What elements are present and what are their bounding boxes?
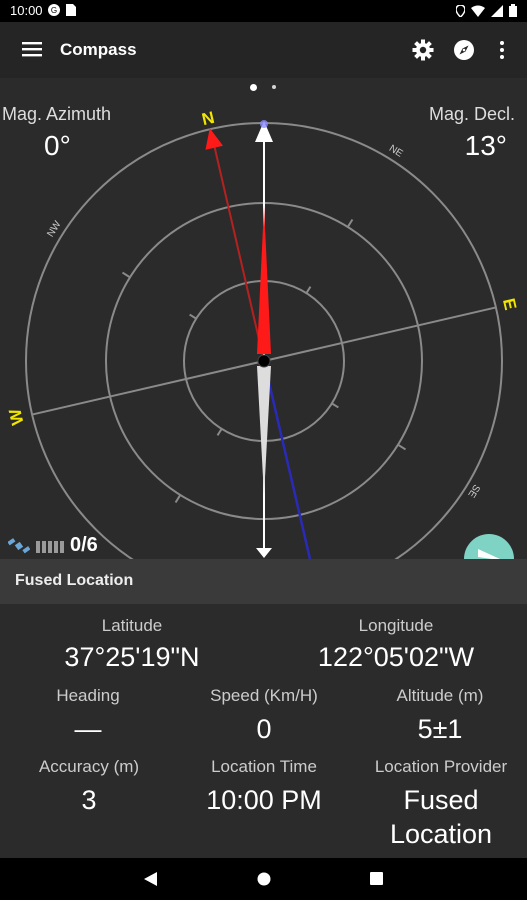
page-dot-active[interactable] xyxy=(250,84,257,91)
heading-down-arrow xyxy=(256,548,272,558)
location-icon xyxy=(456,4,465,17)
latitude-value: 37°25'19"N xyxy=(64,642,200,672)
location-time-label: Location Time xyxy=(211,757,317,776)
heading-label: Heading xyxy=(56,686,120,705)
battery-icon xyxy=(509,4,517,17)
latitude-label: Latitude xyxy=(101,616,163,635)
satellite-icon xyxy=(8,537,30,553)
location-info: Latitude 37°25'19"N Longitude 122°05'02"… xyxy=(0,604,527,858)
intercardinal-ne: NE xyxy=(387,143,405,160)
back-icon[interactable] xyxy=(144,872,157,886)
longitude-label: Longitude xyxy=(358,616,434,635)
compass-panel: N E W NE NW SE Mag. Azimuth 0° Mag. Decl… xyxy=(0,96,527,559)
compass-dial: N E W NE NW SE xyxy=(5,108,520,559)
page-indicator xyxy=(0,78,527,96)
heading-cell: Heading — xyxy=(12,686,164,746)
accuracy-value: 3 xyxy=(81,785,97,815)
needle-pivot xyxy=(257,354,271,368)
longitude-value: 122°05'02"W xyxy=(317,642,475,672)
location-header-title: Fused Location xyxy=(15,572,134,589)
status-bar: 10:00 G xyxy=(0,0,527,22)
needle-north xyxy=(257,206,271,354)
accuracy-label: Accuracy (m) xyxy=(38,757,140,776)
settings-icon[interactable] xyxy=(411,38,435,62)
app-bar: Compass xyxy=(0,22,527,78)
signal-bars-icon xyxy=(36,540,64,553)
mag-azimuth-value: 0° xyxy=(44,130,71,161)
page-dot[interactable] xyxy=(272,85,276,89)
status-time: 10:00 xyxy=(10,3,43,18)
heading-value: — xyxy=(74,714,102,744)
cardinal-w: W xyxy=(5,406,27,427)
menu-icon[interactable] xyxy=(22,40,42,58)
compass-icon[interactable] xyxy=(452,38,476,62)
location-provider-value-line2: Location xyxy=(389,819,493,849)
cardinal-n: N xyxy=(200,108,216,129)
signal-icon xyxy=(491,4,503,17)
wifi-icon xyxy=(471,5,485,17)
app-title: Compass xyxy=(60,40,137,59)
mag-azimuth-label: Mag. Azimuth xyxy=(2,104,112,124)
location-provider-label: Location Provider xyxy=(374,757,508,776)
satellite-status[interactable]: 0/6 xyxy=(8,534,98,557)
longitude-cell: Longitude 122°05'02"W xyxy=(286,616,506,674)
speed-value: 0 xyxy=(256,714,272,744)
latitude-cell: Latitude 37°25'19"N xyxy=(32,616,232,674)
location-provider-cell: Location Provider Fused Location xyxy=(360,757,522,851)
cardinal-e: E xyxy=(499,296,520,311)
altitude-label: Altitude (m) xyxy=(396,686,484,705)
sim-icon xyxy=(66,4,76,16)
location-provider-value-line1: Fused xyxy=(403,785,479,815)
speed-label: Speed (Km/H) xyxy=(210,686,318,705)
altitude-value: 5±1 xyxy=(417,714,463,744)
altitude-cell: Altitude (m) 5±1 xyxy=(363,686,517,746)
satellite-count: 0/6 xyxy=(70,534,98,556)
svg-text:G: G xyxy=(51,6,57,15)
accuracy-cell: Accuracy (m) 3 xyxy=(12,757,166,817)
location-header: Fused Location xyxy=(0,559,527,604)
location-time-cell: Location Time 10:00 PM xyxy=(187,757,341,817)
speed-cell: Speed (Km/H) 0 xyxy=(187,686,341,746)
recents-icon[interactable] xyxy=(370,872,383,885)
more-vert-icon[interactable] xyxy=(490,38,514,62)
location-time-value: 10:00 PM xyxy=(206,785,322,815)
system-nav-bar xyxy=(0,858,527,900)
mag-decl-label: Mag. Decl. xyxy=(428,104,515,124)
mag-decl-value: 13° xyxy=(464,130,507,161)
home-icon[interactable] xyxy=(257,872,271,886)
needle-south xyxy=(257,366,271,496)
google-icon: G xyxy=(48,4,60,16)
